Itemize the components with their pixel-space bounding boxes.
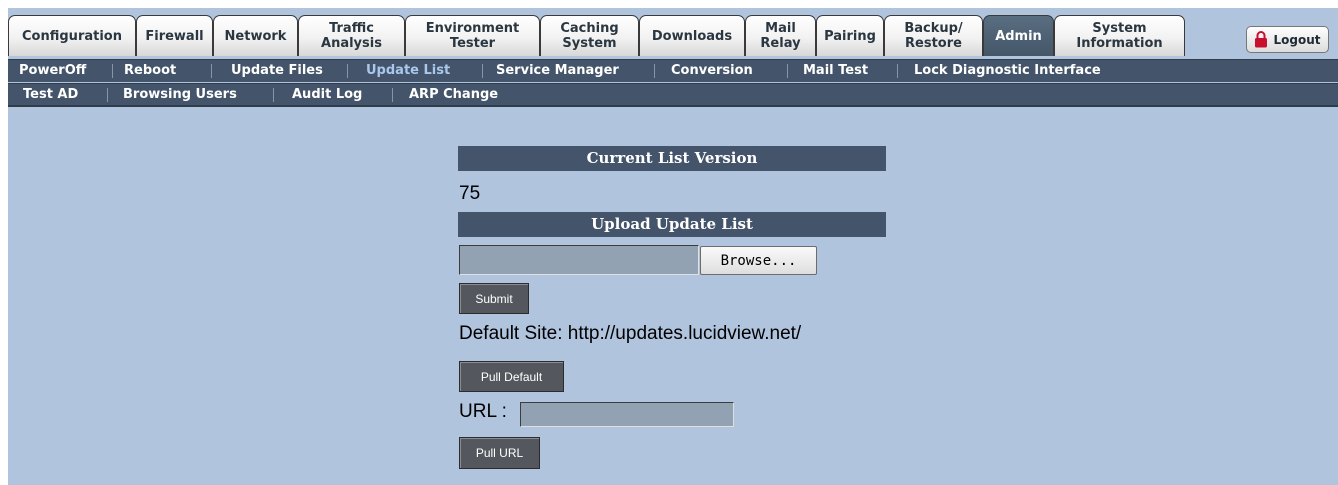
lock-icon [1255, 31, 1268, 48]
subnav-divider [897, 64, 898, 78]
subnav-browsing-users[interactable]: Browsing Users [123, 84, 237, 106]
tab-caching-system[interactable]: Caching System [540, 15, 639, 56]
tab-downloads[interactable]: Downloads [639, 15, 745, 56]
subnav-divider [347, 64, 348, 78]
subnav-divider [211, 64, 212, 78]
subnav-divider [787, 64, 788, 78]
url-label: URL : [459, 401, 507, 422]
subnav-divider [654, 64, 655, 78]
admin-subnav-row-1: PowerOff Reboot Update Files Update List… [8, 59, 1338, 82]
admin-subnav-row-2: Test AD Browsing Users Audit Log ARP Cha… [8, 83, 1338, 107]
file-path-input[interactable] [459, 245, 699, 275]
browse-button[interactable]: Browse... [700, 246, 817, 275]
submit-button[interactable]: Submit [459, 283, 529, 314]
subnav-divider [273, 88, 274, 102]
tab-pairing[interactable]: Pairing [816, 15, 884, 56]
upload-heading: Upload Update List [458, 212, 886, 237]
subnav-divider [392, 88, 393, 102]
subnav-reboot[interactable]: Reboot [124, 60, 176, 82]
tab-mail-relay[interactable]: Mail Relay [745, 15, 816, 56]
tab-firewall[interactable]: Firewall [136, 15, 213, 56]
subnav-audit-log[interactable]: Audit Log [292, 84, 362, 106]
app-window: Configuration Firewall Network Traffic A… [8, 8, 1338, 485]
subnav-service-manager[interactable]: Service Manager [496, 60, 619, 82]
subnav-mail-test[interactable]: Mail Test [803, 60, 868, 82]
pull-url-button[interactable]: Pull URL [459, 437, 540, 469]
tab-traffic-analysis[interactable]: Traffic Analysis [298, 15, 405, 56]
tab-network[interactable]: Network [213, 15, 298, 56]
pull-default-button[interactable]: Pull Default [459, 361, 564, 392]
subnav-test-ad[interactable]: Test AD [23, 84, 78, 106]
current-version-value: 75 [459, 183, 481, 204]
subnav-update-files[interactable]: Update Files [231, 60, 323, 82]
subnav-conversion[interactable]: Conversion [671, 60, 753, 82]
subnav-lock-diagnostic-interface[interactable]: Lock Diagnostic Interface [914, 60, 1101, 82]
tab-backup-restore[interactable]: Backup/ Restore [884, 15, 983, 56]
subnav-poweroff[interactable]: PowerOff [19, 60, 86, 82]
subnav-divider [112, 64, 113, 78]
subnav-divider [482, 64, 483, 78]
main-tab-bar: Configuration Firewall Network Traffic A… [8, 8, 1338, 59]
tab-environment-tester[interactable]: Environment Tester [405, 15, 540, 56]
logout-button[interactable]: Logout [1246, 26, 1329, 53]
subnav-divider [107, 88, 108, 102]
tab-system-information[interactable]: System Information [1054, 15, 1185, 56]
subnav-update-list[interactable]: Update List [366, 60, 450, 82]
tab-configuration[interactable]: Configuration [8, 15, 136, 56]
default-site-text: Default Site: http://updates.lucidview.n… [459, 323, 802, 344]
url-input[interactable] [520, 402, 734, 427]
tab-admin[interactable]: Admin [983, 15, 1054, 56]
logout-label: Logout [1273, 32, 1321, 47]
subnav-arp-change[interactable]: ARP Change [409, 84, 498, 106]
current-version-heading: Current List Version [458, 146, 886, 171]
